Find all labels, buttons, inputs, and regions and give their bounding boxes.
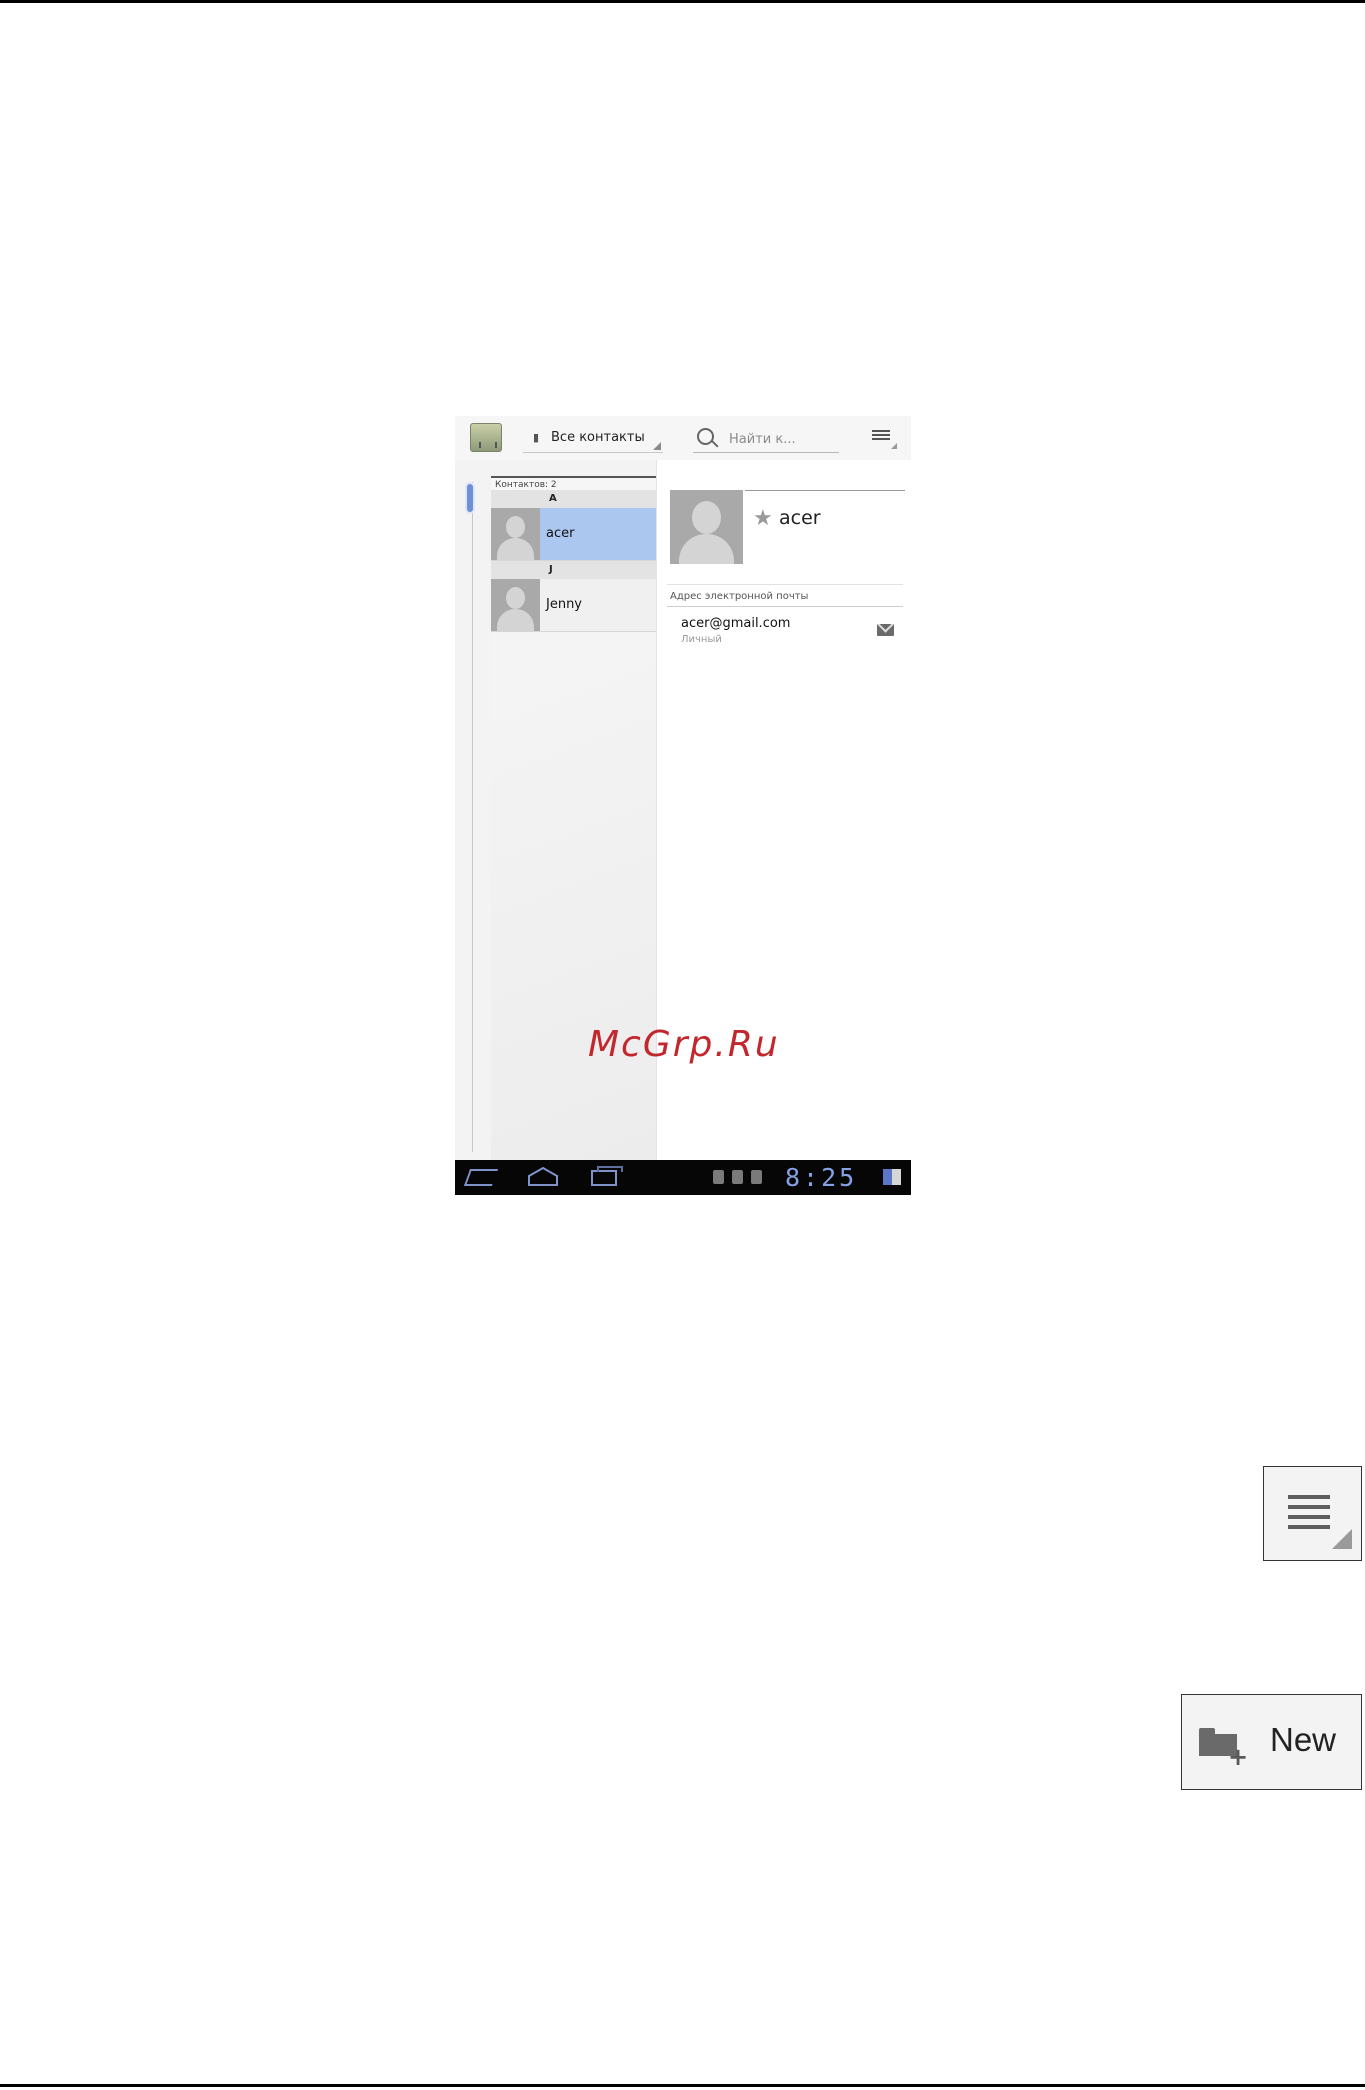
- fast-scroll-thumb[interactable]: [467, 484, 473, 512]
- action-bar: ▮ Все контакты Найти к...: [455, 416, 911, 460]
- contact-name: acer: [546, 526, 575, 541]
- section-header-j: J: [491, 561, 657, 579]
- contact-count: Контактов: 2: [491, 476, 657, 490]
- divider: [667, 584, 903, 585]
- mail-icon[interactable]: [877, 624, 894, 636]
- group-icon: ▮: [533, 431, 540, 444]
- back-icon[interactable]: [463, 1169, 499, 1186]
- contacts-filter-dropdown[interactable]: ▮ Все контакты: [523, 424, 663, 453]
- top-rule: [0, 0, 1365, 3]
- system-bar: 8:25: [455, 1160, 911, 1195]
- email-address[interactable]: acer@gmail.com: [681, 616, 790, 631]
- contact-name: Jenny: [546, 597, 583, 612]
- recent-apps-icon[interactable]: [591, 1166, 623, 1186]
- notification-icons[interactable]: [713, 1170, 762, 1186]
- section-header-a: A: [491, 490, 657, 508]
- usb-debug-icon: [713, 1170, 724, 1184]
- contact-detail-name: acer: [779, 507, 821, 529]
- email-type-label: Личный: [681, 634, 722, 645]
- new-label: New: [1270, 1721, 1337, 1758]
- dropdown-corner-icon: [653, 442, 661, 450]
- fast-scroll-track[interactable]: [472, 482, 473, 1152]
- search-icon: [697, 428, 714, 445]
- search-placeholder: Найти к...: [729, 432, 796, 447]
- watermark: McGrp.Ru: [588, 1024, 780, 1065]
- contact-photo[interactable]: [670, 490, 743, 564]
- avatar: [491, 579, 540, 631]
- wifi-battery-icon[interactable]: [883, 1169, 901, 1185]
- status-clock[interactable]: 8:25: [785, 1163, 857, 1192]
- star-icon[interactable]: ★: [753, 508, 773, 530]
- new-group-button[interactable]: + New: [1181, 1694, 1362, 1790]
- bottom-rule: [0, 2084, 1365, 2087]
- contacts-app-icon[interactable]: [470, 423, 502, 452]
- contact-row-jenny[interactable]: Jenny: [491, 579, 657, 632]
- tablet-screenshot: ▮ Все контакты Найти к... Контактов: 2 A…: [455, 416, 911, 1195]
- divider: [745, 490, 905, 491]
- home-icon[interactable]: [527, 1167, 559, 1186]
- overflow-menu-icon[interactable]: [872, 430, 897, 449]
- corner-triangle-icon: [1332, 1529, 1352, 1549]
- search-field[interactable]: Найти к...: [693, 424, 839, 453]
- menu-overflow-icon: [1263, 1466, 1362, 1561]
- contact-row-acer[interactable]: acer: [491, 508, 669, 561]
- avatar: [491, 508, 540, 560]
- filter-label: Все контакты: [551, 430, 645, 445]
- contact-list: Контактов: 2 A acer J Jenny: [491, 476, 669, 1172]
- divider: [667, 606, 903, 607]
- menu-lines-icon: [1288, 1495, 1330, 1535]
- contact-detail-pane: ★ acer Адрес электронной почты acer@gmai…: [656, 460, 911, 1172]
- email-section-header: Адрес электронной почты: [670, 591, 809, 602]
- sd-card-icon: [732, 1170, 743, 1184]
- sync-icon: [751, 1170, 762, 1184]
- plus-icon: +: [1228, 1743, 1249, 1771]
